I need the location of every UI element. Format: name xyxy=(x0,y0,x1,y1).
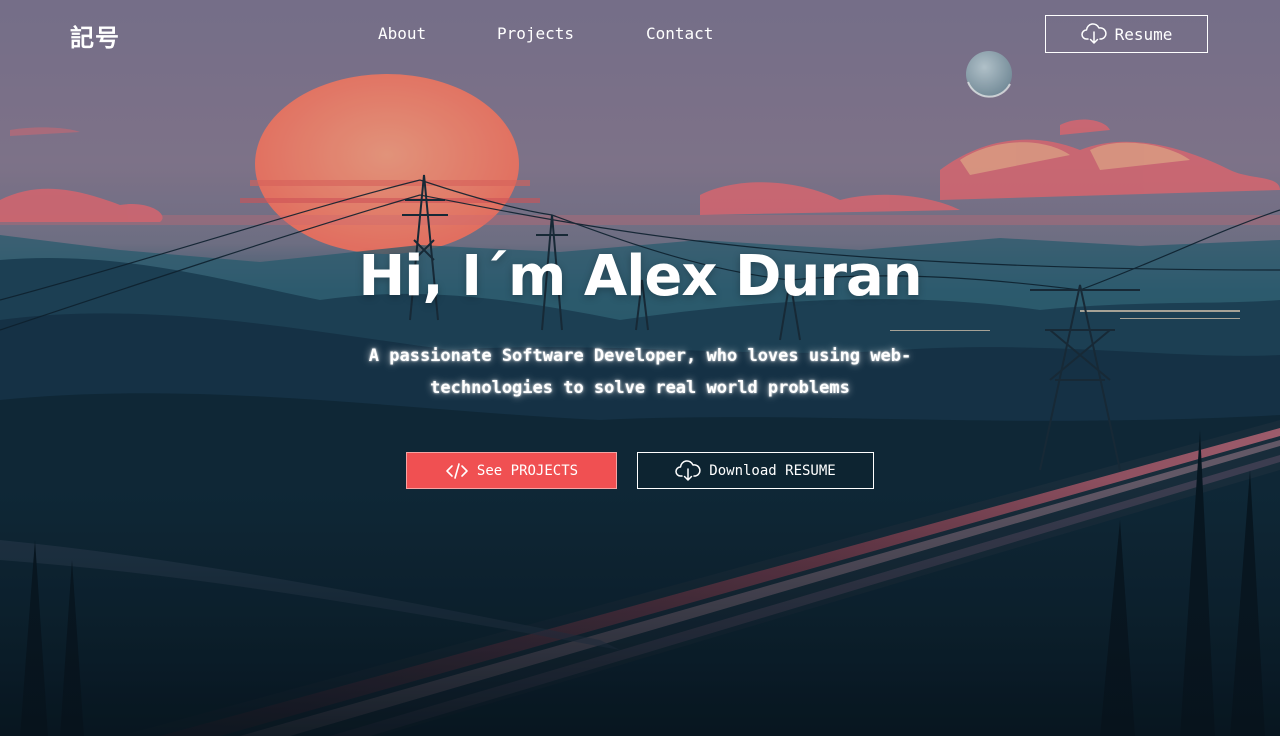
navbar: 記号 About Projects Contact Resume xyxy=(0,0,1280,70)
nav-link-projects[interactable]: Projects xyxy=(497,24,574,43)
cloud-download-icon xyxy=(675,459,701,482)
download-resume-button[interactable]: Download RESUME xyxy=(637,452,874,489)
cloud-download-icon xyxy=(1080,23,1107,45)
hero-subtitle: A passionate Software Developer, who lov… xyxy=(368,346,912,398)
resume-button[interactable]: Resume xyxy=(1045,15,1208,53)
resume-button-label: Resume xyxy=(1114,24,1173,44)
code-icon xyxy=(445,462,469,480)
download-resume-label: Download RESUME xyxy=(709,462,836,479)
nav-link-contact[interactable]: Contact xyxy=(646,24,713,43)
hero-title: Hi, I´m Alex Duran xyxy=(358,244,922,309)
see-projects-button[interactable]: See PROJECTS xyxy=(406,452,617,489)
site-logo[interactable]: 記号 xyxy=(70,18,120,53)
see-projects-label: See PROJECTS xyxy=(476,462,579,479)
nav-link-about[interactable]: About xyxy=(378,24,426,43)
